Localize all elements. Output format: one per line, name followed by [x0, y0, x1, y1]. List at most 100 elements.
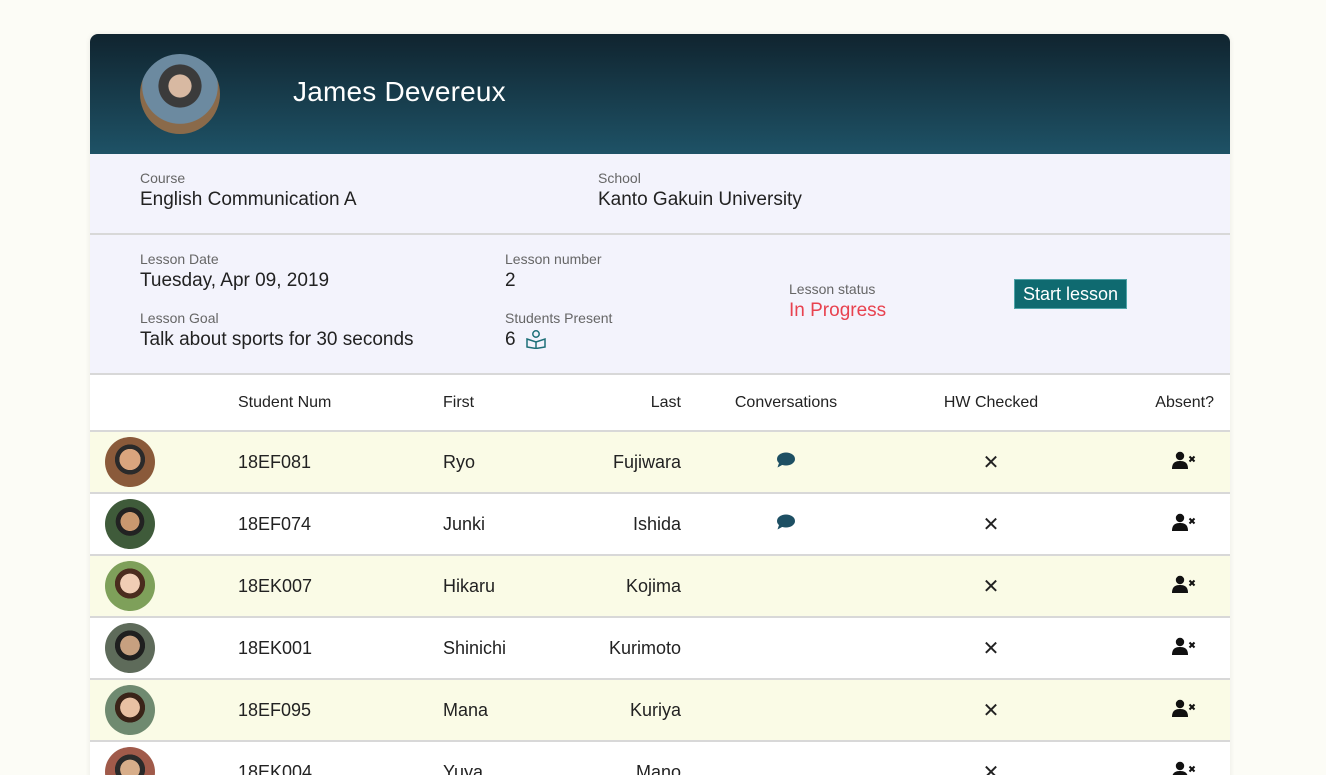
header-last[interactable]: Last	[553, 375, 681, 431]
absent-cell	[1091, 555, 1230, 617]
student-avatar	[105, 561, 155, 611]
lesson-status-label: Lesson status	[789, 281, 876, 297]
student-num: 18EF095	[238, 699, 312, 720]
table-row[interactable]: 18EF081 Ryo Fujiwara ✕	[90, 431, 1230, 493]
conversations-cell	[681, 679, 891, 741]
hw-checked-cell: ✕	[891, 431, 1091, 493]
lesson-goal-field: Lesson Goal Talk about sports for 30 sec…	[140, 310, 414, 351]
book-reader-icon[interactable]	[525, 329, 547, 355]
student-last-name: Mano	[635, 761, 681, 775]
lesson-status-field: Lesson status In Progress	[789, 281, 886, 322]
user-x-icon[interactable]	[1172, 637, 1196, 660]
student-avatar-cell	[90, 741, 238, 775]
students-present-field: Students Present 6	[505, 310, 612, 355]
chat-bubble-icon[interactable]	[776, 452, 796, 473]
lesson-number-value: 2	[505, 270, 516, 291]
student-last-name: Ishida	[632, 513, 681, 534]
teacher-avatar	[140, 54, 220, 134]
student-num: 18EF081	[238, 451, 312, 472]
student-first-name: Yuya	[443, 761, 484, 775]
header-conversations: Conversations	[734, 393, 838, 411]
user-x-icon[interactable]	[1172, 513, 1196, 536]
student-first-name: Mana	[443, 699, 489, 720]
absent-cell	[1091, 431, 1230, 493]
x-icon[interactable]: ✕	[983, 514, 1000, 536]
conversations-cell	[681, 431, 891, 493]
lesson-number-label: Lesson number	[505, 251, 602, 267]
student-avatar-cell	[90, 431, 238, 493]
student-num: 18EK004	[238, 761, 313, 775]
course-info: Course English Communication A School Ka…	[90, 154, 1230, 235]
x-icon[interactable]: ✕	[983, 638, 1000, 660]
header-absent: Absent?	[1155, 393, 1214, 411]
x-icon[interactable]: ✕	[983, 576, 1000, 598]
student-avatar	[105, 437, 155, 487]
student-first-name: Junki	[443, 513, 486, 534]
school-label: School	[598, 170, 641, 186]
absent-cell	[1091, 493, 1230, 555]
hw-checked-cell: ✕	[891, 741, 1091, 775]
student-first-name: Ryo	[443, 451, 476, 472]
hw-checked-cell: ✕	[891, 493, 1091, 555]
student-num: 18EK001	[238, 637, 313, 658]
start-lesson-button[interactable]: Start lesson	[1014, 279, 1128, 309]
lesson-goal-label: Lesson Goal	[140, 310, 219, 326]
x-icon[interactable]: ✕	[983, 762, 1000, 775]
school-value: Kanto Gakuin University	[598, 189, 802, 210]
header-student-num[interactable]: Student Num	[238, 375, 443, 431]
lesson-goal-value: Talk about sports for 30 seconds	[140, 329, 414, 350]
lesson-date-value: Tuesday, Apr 09, 2019	[140, 270, 330, 291]
student-avatar	[105, 685, 155, 735]
student-avatar-cell	[90, 493, 238, 555]
table-row[interactable]: 18EF074 Junki Ishida ✕	[90, 493, 1230, 555]
header-avatar	[90, 375, 238, 431]
absent-cell	[1091, 741, 1230, 775]
table-header-row: Student Num First Last Conversations HW …	[90, 375, 1230, 431]
x-icon[interactable]: ✕	[983, 452, 1000, 474]
student-last-name: Kojima	[625, 575, 681, 596]
table-row[interactable]: 18EK007 Hikaru Kojima ✕	[90, 555, 1230, 617]
student-avatar-cell	[90, 679, 238, 741]
student-last-name: Kuriya	[629, 699, 681, 720]
conversations-cell	[681, 493, 891, 555]
student-first-name: Hikaru	[443, 575, 496, 596]
teacher-header: James Devereux	[90, 34, 1230, 154]
students-present-value-wrap: 6	[505, 329, 612, 355]
student-avatar-cell	[90, 617, 238, 679]
chat-bubble-icon[interactable]	[776, 514, 796, 535]
student-last-name: Kurimoto	[608, 637, 681, 658]
course-field: Course English Communication A	[140, 170, 357, 211]
header-hw-checked: HW Checked	[943, 393, 1039, 411]
table-row[interactable]: 18EK001 Shinichi Kurimoto ✕	[90, 617, 1230, 679]
user-x-icon[interactable]	[1172, 699, 1196, 722]
student-avatar	[105, 747, 155, 775]
student-first-name: Shinichi	[443, 637, 507, 658]
lesson-date-field: Lesson Date Tuesday, Apr 09, 2019	[140, 251, 329, 292]
hw-checked-cell: ✕	[891, 679, 1091, 741]
table-row[interactable]: 18EF095 Mana Kuriya ✕	[90, 679, 1230, 741]
header-first[interactable]: First	[443, 375, 553, 431]
teacher-name: James Devereux	[293, 76, 506, 107]
lesson-date-label: Lesson Date	[140, 251, 219, 267]
teacher-card: James Devereux Course English Communicat…	[90, 34, 1230, 775]
hw-checked-cell: ✕	[891, 555, 1091, 617]
student-num: 18EK007	[238, 575, 313, 596]
school-field: School Kanto Gakuin University	[598, 170, 802, 211]
table-row[interactable]: 18EK004 Yuya Mano ✕	[90, 741, 1230, 775]
student-avatar-cell	[90, 555, 238, 617]
students-present-label: Students Present	[505, 310, 613, 326]
student-num: 18EF074	[238, 513, 312, 534]
user-x-icon[interactable]	[1172, 761, 1196, 775]
student-last-name: Fujiwara	[612, 451, 681, 472]
student-avatar	[105, 499, 155, 549]
user-x-icon[interactable]	[1172, 451, 1196, 474]
absent-cell	[1091, 617, 1230, 679]
conversations-cell	[681, 617, 891, 679]
hw-checked-cell: ✕	[891, 617, 1091, 679]
lesson-number-field: Lesson number 2	[505, 251, 602, 292]
x-icon[interactable]: ✕	[983, 700, 1000, 722]
absent-cell	[1091, 679, 1230, 741]
course-label: Course	[140, 170, 186, 186]
user-x-icon[interactable]	[1172, 575, 1196, 598]
students-present-value: 6	[505, 329, 516, 350]
